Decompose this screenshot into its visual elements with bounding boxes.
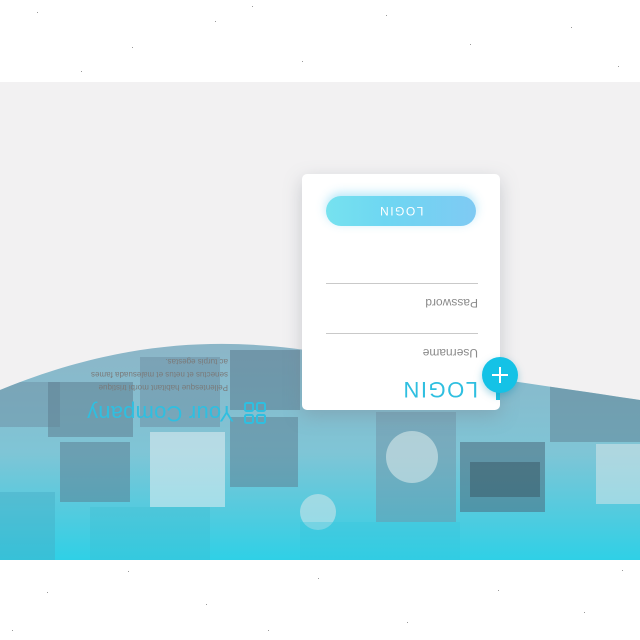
username-underline: [326, 333, 478, 334]
password-underline: [326, 283, 478, 284]
tagline-line-1: Pellentesque habitant morbi tristique: [98, 383, 228, 392]
password-field[interactable]: Password: [326, 283, 478, 310]
login-card: LOGIN Username Password LOGIN: [302, 174, 500, 410]
username-label: Username: [422, 346, 478, 360]
grid-icon: [244, 402, 266, 424]
company-name: Your Company: [86, 401, 234, 426]
login-button[interactable]: LOGIN: [326, 196, 476, 226]
login-screen: Your Company Pellentesque habitant morbi…: [0, 82, 640, 560]
login-title: LOGIN: [402, 377, 478, 402]
add-button[interactable]: [482, 357, 518, 393]
tagline-line-2: senectus et netus et malesuada fames: [91, 370, 228, 379]
tagline-line-3: ac turpis egestas.: [165, 357, 228, 366]
plus-icon: [492, 367, 508, 383]
password-label: Password: [425, 296, 478, 310]
brand-block: Your Company Pellentesque habitant morbi…: [46, 346, 266, 426]
username-field[interactable]: Username: [326, 333, 478, 360]
